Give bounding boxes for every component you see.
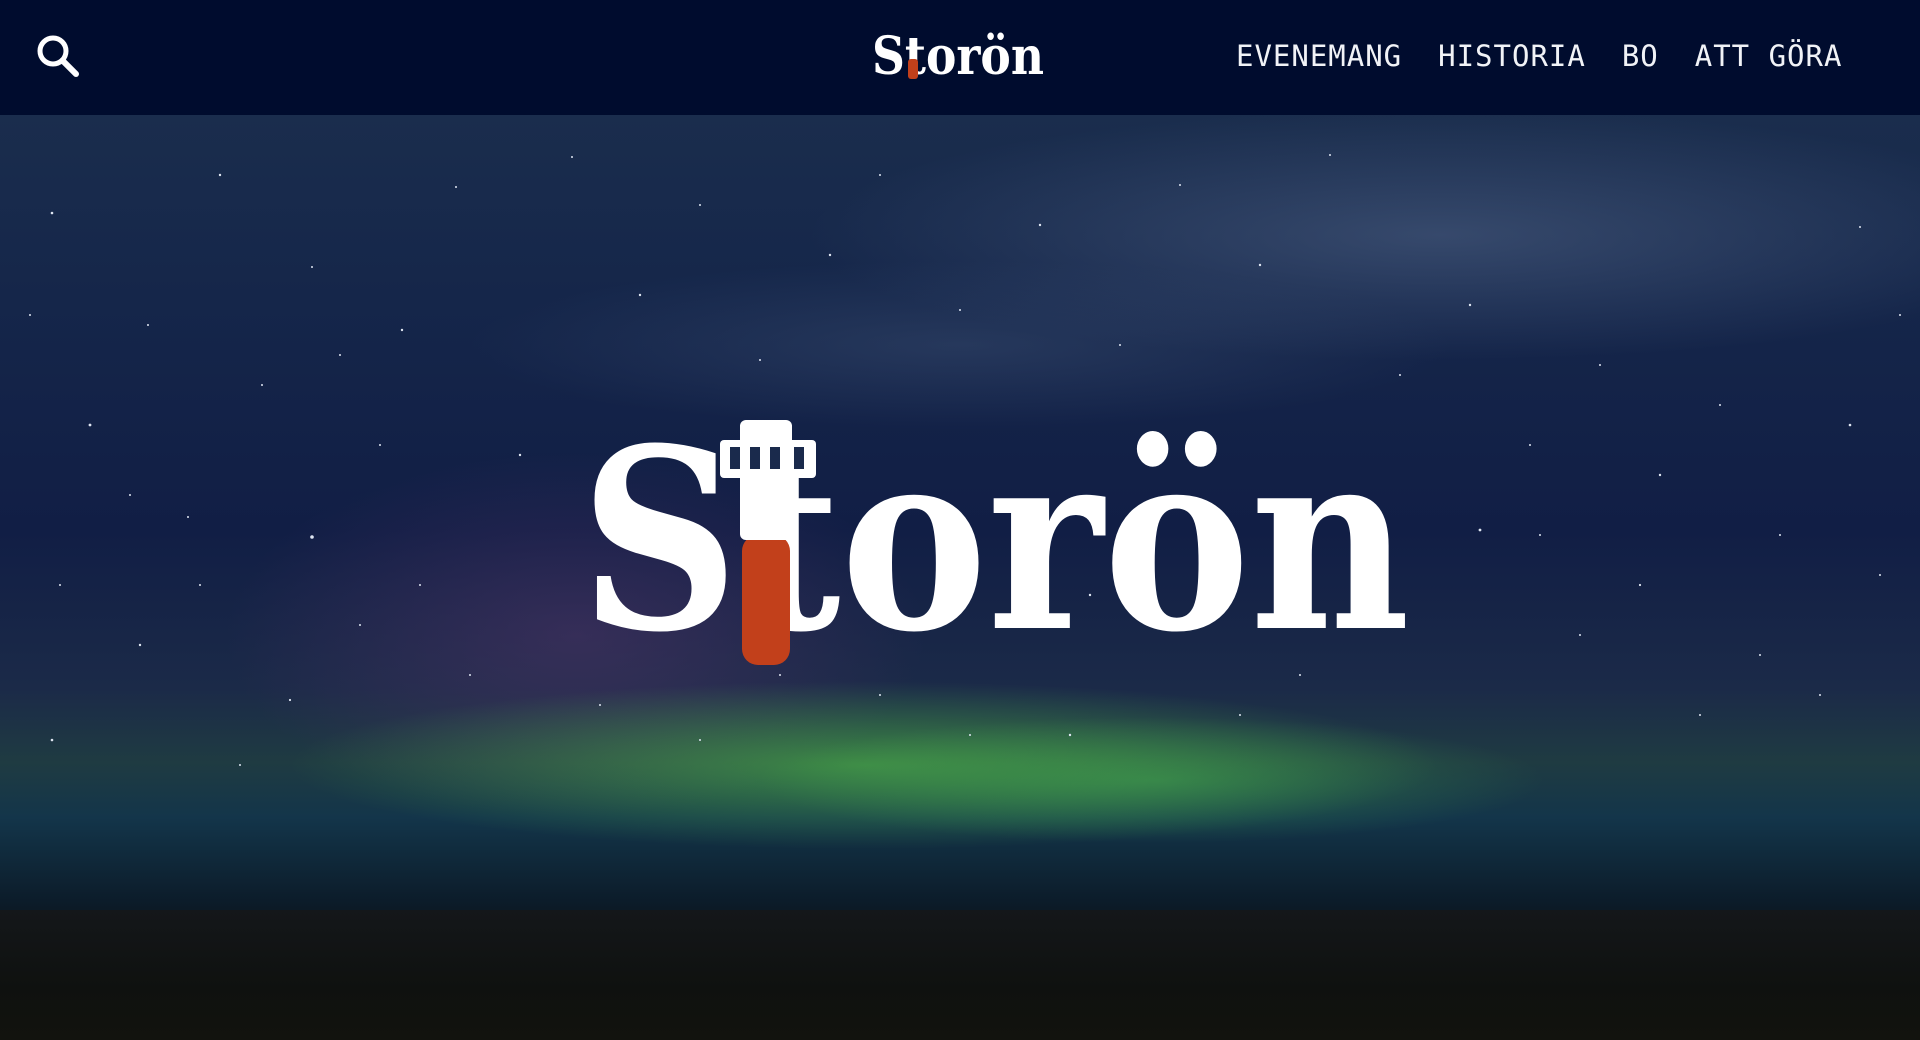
hero-logo: Storön [580,393,1410,687]
hero-logo-text: Storön [580,400,1410,670]
lighthouse-icon [908,59,918,79]
main-nav: EVENEMANG HISTORIA BO ATT GÖRA [1236,38,1842,74]
nav-item-att-gora[interactable]: ATT GÖRA [1695,38,1843,74]
search-icon [37,35,79,77]
hero-logo-mark: Storön [580,393,1410,687]
hero-section: Storön [0,115,1920,1040]
nav-item-bo[interactable]: BO [1622,38,1659,74]
logo-mark: Storön [872,26,1044,87]
horizon-ground [0,910,1920,1040]
search-button[interactable] [34,32,82,80]
site-header: Storön EVENEMANG HISTORIA BO ATT GÖRA [0,0,1920,115]
logo-text: Storön [872,26,1044,87]
nav-item-historia[interactable]: HISTORIA [1438,38,1586,74]
nav-item-evenemang[interactable]: EVENEMANG [1236,38,1402,74]
header-logo[interactable]: Storön [870,24,1050,88]
